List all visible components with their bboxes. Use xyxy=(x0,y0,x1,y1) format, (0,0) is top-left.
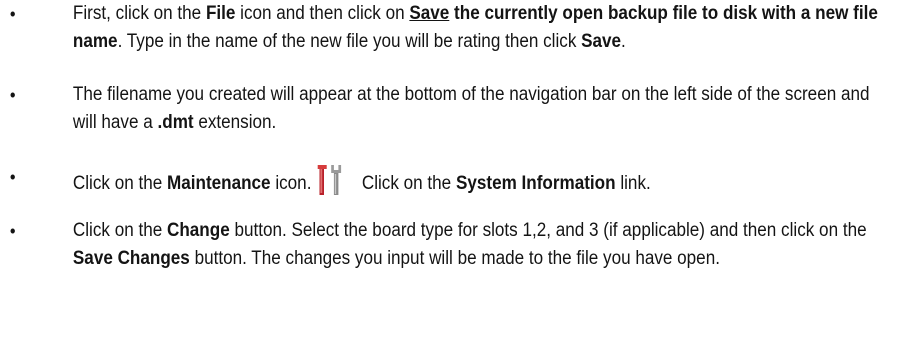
step-text: Click on the xyxy=(72,173,167,194)
list-item-filename: • The filename you created will appear a… xyxy=(0,81,903,137)
step-text: extension. xyxy=(193,112,277,133)
extension-label: .dmt xyxy=(157,112,194,133)
bullet: • xyxy=(9,167,16,187)
system-information-label: System Information xyxy=(455,173,616,194)
bullet: • xyxy=(9,85,16,105)
step-text: First, click on the xyxy=(72,3,206,24)
list-item-change-board: • Click on the Change button. Select the… xyxy=(0,217,903,273)
instruction-list: • First, click on the File icon and then… xyxy=(0,0,903,273)
step-text: Click on the xyxy=(361,173,456,194)
maintenance-tools-icon xyxy=(317,163,346,197)
save-label: Save xyxy=(409,3,450,24)
maintenance-label: Maintenance xyxy=(166,173,271,194)
bullet: • xyxy=(9,221,16,241)
save-changes-label: Save Changes xyxy=(72,248,190,269)
instructions-page: • First, click on the File icon and then… xyxy=(0,0,903,273)
file-label: File xyxy=(205,3,236,24)
step-text: . Type in the name of the new file you w… xyxy=(117,31,582,52)
list-item-maintenance: • Click on the Maintenance icon. Click o… xyxy=(0,163,903,198)
step-text: Click on the xyxy=(72,220,167,241)
step-text: . xyxy=(621,31,626,52)
bullet: • xyxy=(9,4,16,24)
step-text: icon. xyxy=(270,173,312,194)
save-button-label: Save xyxy=(581,31,622,52)
step-text: button. Select the board type for slots … xyxy=(229,220,867,241)
step-text: link. xyxy=(615,173,651,194)
list-item-save-backup: • First, click on the File icon and then… xyxy=(0,0,903,56)
change-label: Change xyxy=(166,220,230,241)
step-text: icon and then click on xyxy=(235,3,410,24)
step-text: button. The changes you input will be ma… xyxy=(189,248,720,269)
